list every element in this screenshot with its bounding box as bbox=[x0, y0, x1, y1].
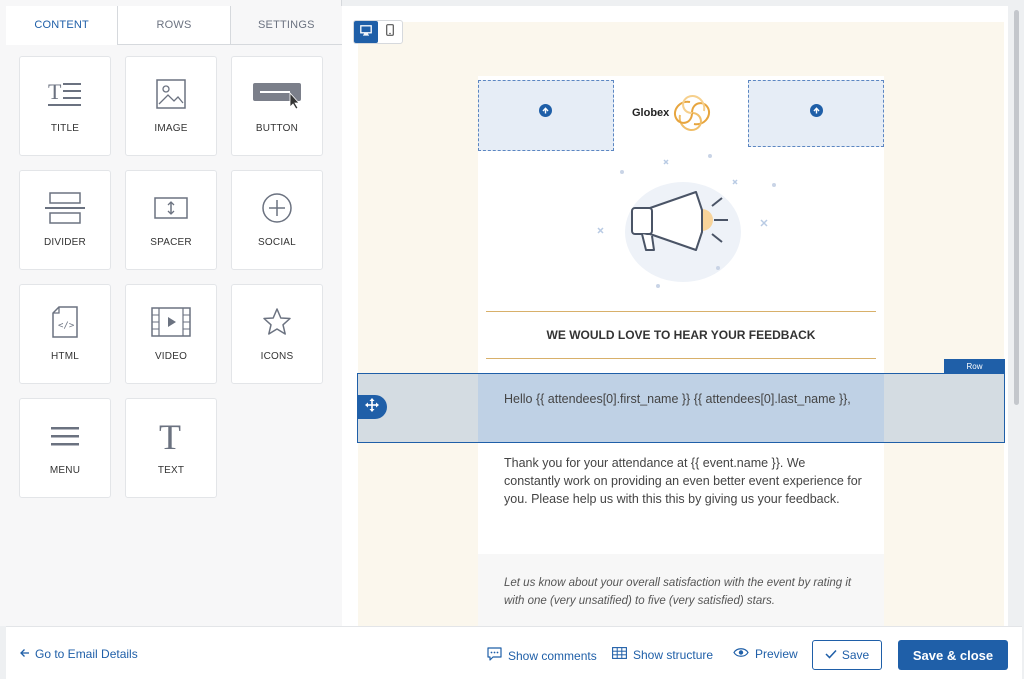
go-back-label: Go to Email Details bbox=[35, 647, 138, 661]
tile-label: BUTTON bbox=[255, 123, 299, 134]
arrow-left-icon bbox=[20, 647, 30, 661]
rating-text[interactable]: Let us know about your overall satisfact… bbox=[504, 574, 854, 610]
feedback-heading: WE WOULD LOVE TO HEAR YOUR FEEDBACK bbox=[546, 328, 816, 342]
block-icons[interactable]: ICONS bbox=[231, 284, 323, 384]
block-text[interactable]: T TEXT bbox=[125, 398, 217, 498]
block-video[interactable]: VIDEO bbox=[125, 284, 217, 384]
svg-text:T: T bbox=[159, 419, 181, 453]
spacer-icon bbox=[154, 189, 188, 227]
svg-text:</>: </> bbox=[58, 321, 75, 331]
tile-label: HTML bbox=[50, 351, 80, 362]
move-icon bbox=[365, 397, 379, 417]
tile-label: IMAGE bbox=[154, 123, 188, 134]
show-structure-label: Show structure bbox=[633, 647, 714, 662]
show-comments-label: Show comments bbox=[508, 648, 597, 663]
star-icon bbox=[262, 303, 292, 341]
move-row-handle[interactable] bbox=[357, 395, 387, 419]
block-social[interactable]: SOCIAL bbox=[231, 170, 323, 270]
tile-label: SPACER bbox=[150, 237, 192, 248]
logo-text: Globex bbox=[632, 107, 670, 119]
html-icon: </> bbox=[52, 303, 78, 341]
mobile-icon bbox=[386, 23, 394, 41]
tab-content[interactable]: CONTENT bbox=[6, 6, 118, 45]
device-toggle bbox=[353, 20, 403, 44]
desktop-view-button[interactable] bbox=[354, 21, 378, 43]
row-tag[interactable]: Row bbox=[944, 359, 1005, 373]
tab-rows[interactable]: ROWS bbox=[117, 6, 230, 45]
upload-icon[interactable] bbox=[810, 104, 823, 117]
show-structure-button[interactable]: Show structure bbox=[612, 647, 713, 662]
block-title[interactable]: T TITLE bbox=[19, 56, 111, 156]
tile-label: MENU bbox=[49, 465, 81, 476]
block-menu[interactable]: MENU bbox=[19, 398, 111, 498]
megaphone-illustration-icon bbox=[597, 154, 776, 288]
tile-label: DIVIDER bbox=[44, 237, 86, 248]
tile-label: TEXT bbox=[157, 465, 185, 476]
block-spacer[interactable]: SPACER bbox=[125, 170, 217, 270]
check-icon bbox=[825, 648, 837, 662]
block-html[interactable]: </> HTML bbox=[19, 284, 111, 384]
selected-row[interactable] bbox=[357, 373, 1005, 443]
globex-logo-icon bbox=[674, 95, 710, 131]
show-comments-button[interactable]: Show comments bbox=[487, 647, 597, 664]
block-button[interactable]: BUTTON bbox=[231, 56, 323, 156]
block-image[interactable]: IMAGE bbox=[125, 56, 217, 156]
save-button[interactable]: Save bbox=[812, 640, 882, 670]
preview-button[interactable]: Preview bbox=[733, 647, 798, 661]
eye-icon bbox=[733, 647, 749, 661]
svg-text:T: T bbox=[48, 79, 62, 104]
tab-settings[interactable]: SETTINGS bbox=[229, 6, 342, 45]
thanks-text[interactable]: Thank you for your attendance at {{ even… bbox=[504, 454, 864, 508]
save-and-close-button[interactable]: Save & close bbox=[898, 640, 1008, 670]
mobile-view-button[interactable] bbox=[378, 21, 402, 43]
tile-label: SOCIAL bbox=[258, 237, 296, 248]
canvas-scrollbar[interactable] bbox=[1014, 10, 1019, 405]
text-icon: T bbox=[156, 417, 186, 455]
block-divider[interactable]: DIVIDER bbox=[19, 170, 111, 270]
save-label: Save bbox=[841, 648, 870, 662]
menu-icon bbox=[50, 417, 80, 455]
social-icon bbox=[261, 189, 293, 227]
divider-icon bbox=[45, 189, 85, 227]
comment-icon bbox=[487, 647, 502, 664]
upload-icon[interactable] bbox=[539, 104, 552, 117]
tile-label: VIDEO bbox=[154, 351, 188, 362]
button-icon bbox=[252, 75, 302, 113]
preview-label: Preview bbox=[755, 647, 798, 661]
tile-label: TITLE bbox=[50, 123, 80, 134]
image-icon bbox=[156, 75, 186, 113]
grid-icon bbox=[612, 647, 627, 662]
divider-top bbox=[486, 311, 876, 312]
video-icon bbox=[151, 303, 191, 341]
title-icon: T bbox=[48, 75, 82, 113]
greeting-text[interactable]: Hello {{ attendees[0].first_name }} {{ a… bbox=[504, 390, 864, 408]
desktop-icon bbox=[360, 23, 372, 41]
divider-bottom bbox=[486, 358, 876, 359]
go-to-email-details-link[interactable]: Go to Email Details bbox=[20, 647, 138, 661]
tile-label: ICONS bbox=[260, 351, 294, 362]
panel-tabs: CONTENT ROWS SETTINGS bbox=[6, 6, 342, 45]
